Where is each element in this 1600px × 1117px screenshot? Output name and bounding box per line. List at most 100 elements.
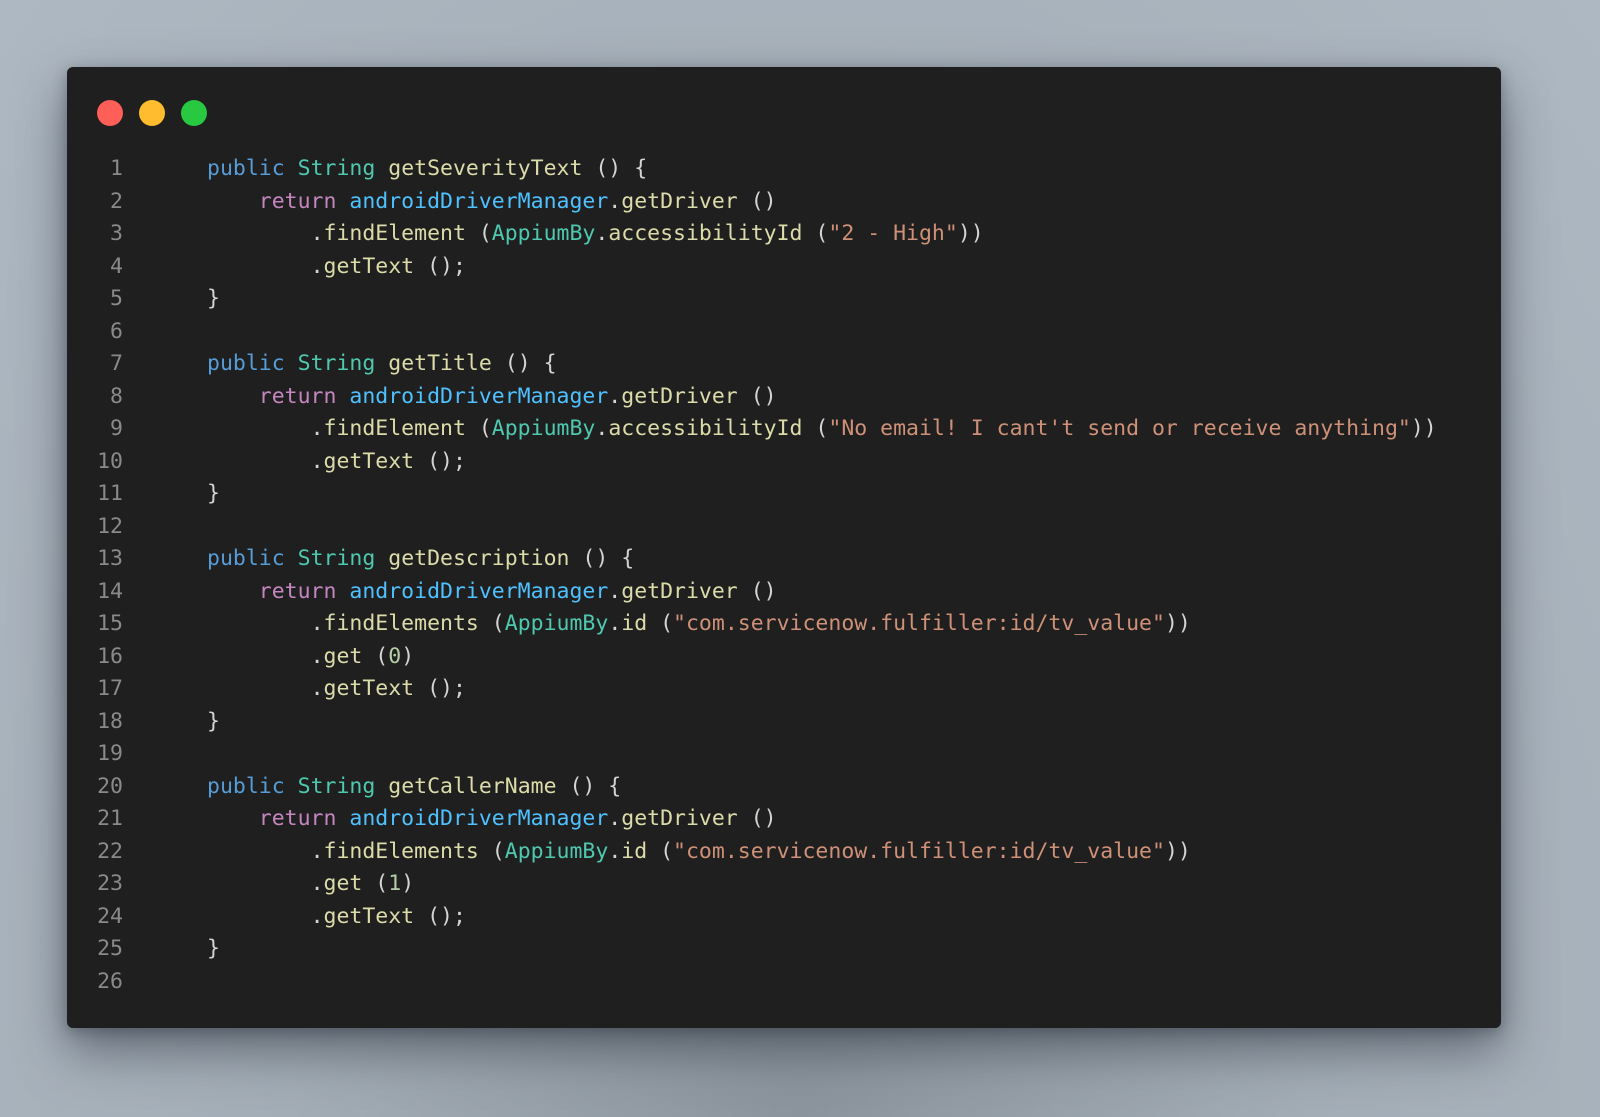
code-line: 6 <box>67 316 1501 349</box>
line-content: public String getSeverityText () { <box>207 153 647 186</box>
line-content: .getText (); <box>207 446 466 479</box>
type-token: AppiumBy <box>504 611 609 636</box>
punctuation-token: )) <box>957 221 984 246</box>
punctuation-token: . <box>608 578 622 604</box>
code-line: 7 public String getTitle () { <box>67 348 1501 381</box>
punctuation-token: . <box>608 838 622 864</box>
punctuation-token <box>375 774 388 799</box>
line-number: 10 <box>97 448 123 474</box>
line-content: } <box>207 283 220 316</box>
string-literal: "com.servicenow.fulfiller:id/tv_value" <box>673 611 1165 636</box>
code-line: 20 public String getCallerName () { <box>67 771 1501 804</box>
punctuation-token <box>336 806 349 831</box>
punctuation-token: . <box>608 383 622 409</box>
code-line: 12 <box>67 511 1501 544</box>
punctuation-token: ( <box>647 838 674 864</box>
punctuation-token: . <box>310 221 324 246</box>
method-name-token: getDriver <box>621 383 738 409</box>
line-number: 5 <box>110 286 123 311</box>
punctuation-token: } <box>207 936 220 961</box>
line-number: 16 <box>97 643 123 669</box>
line-content: public String getDescription () { <box>207 543 634 576</box>
punctuation-token: } <box>207 708 220 734</box>
code-line: 15 .findElements (AppiumBy.id ("com.serv… <box>67 608 1501 641</box>
punctuation-token <box>285 351 298 376</box>
method-name-token: id <box>621 611 648 636</box>
punctuation-token <box>375 156 388 181</box>
line-number: 26 <box>97 968 123 994</box>
punctuation-token: () { <box>491 351 557 376</box>
line-number: 20 <box>97 773 123 799</box>
line-number: 12 <box>97 513 123 539</box>
punctuation-token: . <box>310 253 324 279</box>
method-name-token: getDriver <box>621 578 738 604</box>
line-content: public String getTitle () { <box>207 348 557 381</box>
punctuation-token: . <box>310 416 324 441</box>
code-line: 10 .getText (); <box>67 446 1501 479</box>
line-number: 19 <box>97 741 123 766</box>
code-line: 3 .findElement (AppiumBy.accessibilityId… <box>67 218 1501 251</box>
punctuation-token: . <box>310 448 324 474</box>
line-number: 23 <box>97 871 123 896</box>
punctuation-token <box>336 579 349 604</box>
type-token: String <box>297 773 376 799</box>
punctuation-token: . <box>310 611 324 636</box>
punctuation-token: (); <box>414 676 466 701</box>
punctuation-token: ( <box>802 221 829 246</box>
method-name-token: getText <box>323 903 415 929</box>
punctuation-token: ( <box>465 221 492 246</box>
minimize-button[interactable] <box>139 100 165 126</box>
string-literal: "2 - High" <box>828 221 958 246</box>
punctuation-token: . <box>310 643 324 669</box>
method-name-token: getSeverityText <box>388 156 583 181</box>
method-name-token: findElements <box>323 611 479 636</box>
punctuation-token: ( <box>362 643 389 669</box>
variable-token: androidDriverManager <box>349 806 609 831</box>
method-name-token: findElements <box>323 838 479 864</box>
close-button[interactable] <box>97 100 123 126</box>
punctuation-token <box>336 189 349 214</box>
line-content: return androidDriverManager.getDriver () <box>207 803 777 836</box>
code-line: 4 .getText (); <box>67 251 1501 284</box>
punctuation-token: )) <box>1410 416 1437 441</box>
line-content: .getText (); <box>207 673 466 706</box>
method-name-token: accessibilityId <box>608 221 803 246</box>
method-name-token: id <box>621 838 648 864</box>
line-number: 25 <box>97 936 123 961</box>
punctuation-token: . <box>310 903 324 929</box>
punctuation-token: () <box>737 806 777 831</box>
line-content: .findElement (AppiumBy.accessibilityId (… <box>207 218 984 251</box>
code-line: 5} <box>67 283 1501 316</box>
type-token: String <box>297 156 376 181</box>
code-line: 22 .findElements (AppiumBy.id ("com.serv… <box>67 836 1501 869</box>
line-number: 7 <box>110 351 123 376</box>
type-token: String <box>297 351 376 376</box>
line-content: .get (0) <box>207 641 415 674</box>
method-name-token: getDriver <box>621 188 738 214</box>
line-content: return androidDriverManager.getDriver () <box>207 381 777 414</box>
method-name-token: getText <box>323 448 415 474</box>
punctuation-token: ( <box>465 416 492 441</box>
variable-token: androidDriverManager <box>349 578 609 604</box>
control-keyword-token: return <box>258 188 337 214</box>
line-number: 22 <box>97 838 123 864</box>
punctuation-token <box>285 546 298 571</box>
punctuation-token <box>336 384 349 409</box>
maximize-button[interactable] <box>181 100 207 126</box>
punctuation-token: } <box>207 286 220 311</box>
keyword-token: public <box>207 156 285 181</box>
line-content: public String getCallerName () { <box>207 771 621 804</box>
code-window: 1 public String getSeverityText () {2 ret… <box>67 67 1501 1028</box>
type-token: AppiumBy <box>504 838 609 864</box>
punctuation-token: } <box>207 481 220 506</box>
code-line: 2 return androidDriverManager.getDriver … <box>67 186 1501 219</box>
punctuation-token <box>375 351 388 376</box>
punctuation-token: . <box>608 806 622 831</box>
punctuation-token: () <box>737 383 777 409</box>
method-name-token: getText <box>323 253 415 279</box>
keyword-token: public <box>207 351 285 376</box>
method-name-token: get <box>323 871 363 896</box>
line-number: 8 <box>110 383 123 409</box>
code-line: 9 .findElement (AppiumBy.accessibilityId… <box>67 413 1501 446</box>
line-number: 17 <box>97 676 123 701</box>
